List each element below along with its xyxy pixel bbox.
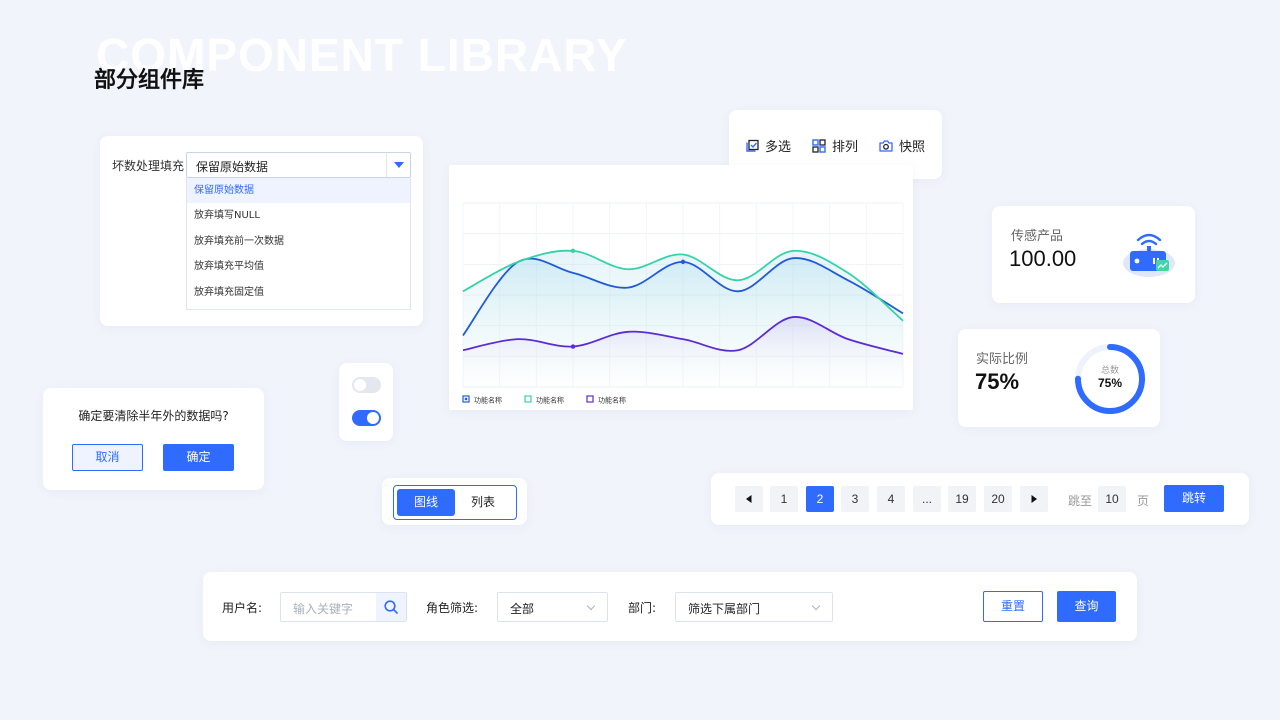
toggle-switch-on[interactable] [352,410,381,426]
jump-button[interactable]: 跳转 [1164,485,1224,512]
caret-down-icon [394,162,404,168]
chevron-down-icon [811,601,821,611]
legend-swatch-fill [464,397,468,401]
ring-caption: 总数 [1100,366,1119,376]
dropdown-label: 坏数处理填充 [112,159,185,173]
toggle-knob [367,412,379,424]
arrow-left-icon [746,495,752,503]
page-button-active[interactable]: 2 [806,486,834,512]
jump-suffix: 页 [1137,494,1150,508]
chevron-down-icon [586,601,596,611]
search-button[interactable] [376,593,406,621]
segment-chart[interactable]: 图线 [397,489,455,516]
dept-select[interactable]: 筛选下属部门 [675,592,833,622]
dropdown-toggle[interactable] [386,153,410,177]
pagination-card: 1 2 3 4 ... 19 20 跳至 10 页 跳转 [711,473,1249,525]
dropdown-option[interactable]: 放弃填充固定值 [187,280,410,305]
sensor-value: 100.00 [1009,246,1077,271]
query-button[interactable]: 查询 [1057,591,1116,622]
segmented-control: 图线 列表 [393,485,517,520]
sensor-card: 传感产品 100.00 [992,206,1195,303]
role-select[interactable]: 全部 [497,592,608,622]
jump-prefix: 跳至 [1068,494,1093,508]
legend-label: 功能名称 [474,396,502,405]
chart-card: 功能名称 功能名称 功能名称 [449,165,913,410]
multi-select-label: 多选 [765,140,792,155]
dropdown-option[interactable]: 放弃填写NULL [187,203,410,228]
jump-page-input[interactable]: 10 [1098,486,1126,512]
legend-label: 功能名称 [536,396,564,405]
confirm-dialog: 确定要清除半年外的数据吗? 取消 确定 [43,388,264,490]
dropdown-option[interactable]: 放弃填充平均值 [187,254,410,279]
dropdown-selected-value: 保留原始数据 [196,160,269,174]
dropdown-options-list: 保留原始数据 放弃填写NULL 放弃填充前一次数据 放弃填充平均值 放弃填充固定… [186,178,411,310]
username-label: 用户名: [222,601,263,615]
snapshot-label: 快照 [899,140,926,155]
username-input[interactable]: 输入关键字 [280,592,407,622]
dept-value: 筛选下属部门 [688,602,761,616]
arrow-right-icon [1031,495,1037,503]
role-value: 全部 [510,602,535,616]
multi-select-button[interactable]: 多选 [744,136,791,155]
legend-label: 功能名称 [598,396,626,405]
toggle-switch-off[interactable] [352,377,381,393]
prev-page-button[interactable] [735,486,763,512]
ratio-card: 实际比例 75% 总数 75% [958,329,1160,427]
ratio-value: 75% [975,369,1020,394]
dept-label: 部门: [628,601,657,615]
segmented-card: 图线 列表 [382,478,527,525]
toggle-knob [354,379,366,391]
page-button[interactable]: 20 [984,486,1012,512]
data-point [570,344,576,349]
page-button[interactable]: 4 [877,486,905,512]
arrange-label: 排列 [832,140,859,155]
chart-legend: 功能名称 功能名称 功能名称 [462,395,626,405]
dropdown-card: 坏数处理填充 保留原始数据 保留原始数据 放弃填写NULL 放弃填充前一次数据 … [100,136,423,326]
line-chart: 功能名称 功能名称 功能名称 [462,202,904,405]
snapshot-button[interactable]: 快照 [878,136,925,155]
legend-swatch [586,395,594,403]
dropdown-option[interactable]: 放弃填充前一次数据 [187,229,410,254]
page-button[interactable]: 1 [770,486,798,512]
dropdown-select[interactable]: 保留原始数据 [186,152,411,178]
arrange-button[interactable]: 排列 [811,136,858,155]
next-page-button[interactable] [1020,486,1048,512]
dropdown-option[interactable]: 保留原始数据 [187,178,410,204]
page-title: 部分组件库 [94,68,205,93]
search-icon [384,600,398,614]
ring-value: 75% [1097,376,1123,390]
dialog-message: 确定要清除半年外的数据吗? [78,409,229,423]
page-button[interactable]: 19 [948,486,976,512]
data-point [570,248,576,254]
multi-select-icon [746,139,759,152]
camera-icon [879,139,893,152]
page-ellipsis[interactable]: ... [913,486,941,512]
ratio-label: 实际比例 [976,352,1029,367]
confirm-button[interactable]: 确定 [163,444,234,471]
filter-bar: 用户名: 输入关键字 角色筛选: 全部 部门: 筛选下属部门 重置 查询 [203,572,1137,641]
grid-icon [812,138,826,153]
chart-areas [463,250,903,387]
reset-button[interactable]: 重置 [983,591,1043,622]
username-placeholder: 输入关键字 [293,602,354,616]
toggle-card [339,363,393,441]
page-button[interactable]: 3 [841,486,869,512]
legend-swatch [524,395,532,403]
data-point [680,259,686,265]
role-label: 角色筛选: [426,601,479,615]
cancel-button[interactable]: 取消 [72,444,143,471]
router-icon [1123,233,1175,277]
segment-list[interactable]: 列表 [454,489,512,516]
sensor-label: 传感产品 [1011,229,1064,244]
